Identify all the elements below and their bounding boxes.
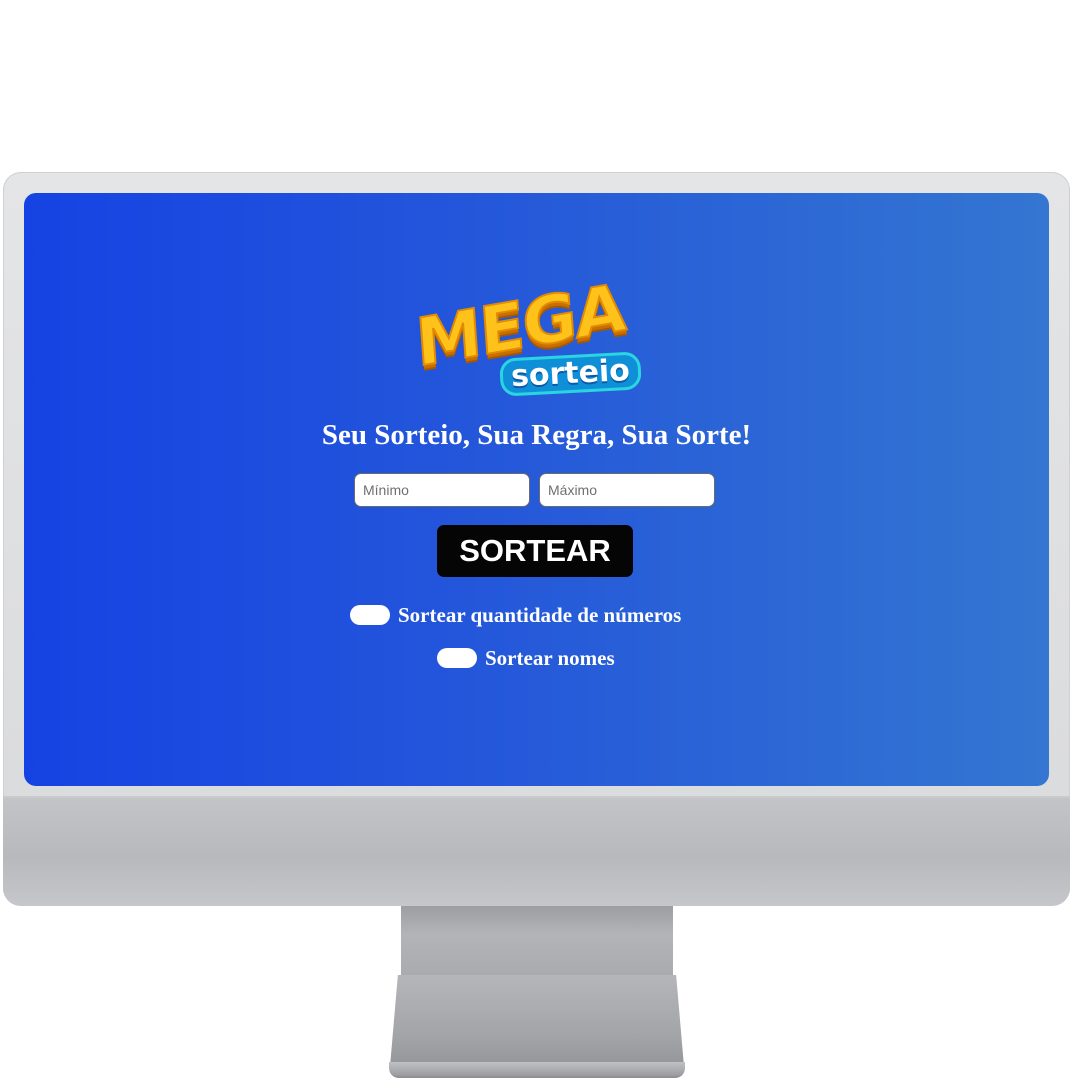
mega-sorteio-logo: MEGA sorteio	[413, 268, 646, 397]
minimum-input[interactable]	[354, 473, 530, 507]
monitor-stand-neck	[401, 906, 673, 978]
monitor-screen: MEGA sorteio Seu Sorteio, Sua Regra, Sua…	[24, 193, 1049, 786]
quantidade-label: Sortear quantidade de números	[398, 602, 682, 627]
monitor-frame: MEGA sorteio Seu Sorteio, Sua Regra, Sua…	[3, 172, 1070, 906]
nomes-label: Sortear nomes	[485, 645, 615, 670]
page-headline: Seu Sorteio, Sua Regra, Sua Sorte!	[321, 419, 752, 451]
option-sortear-nomes[interactable]: Sortear nomes	[437, 646, 615, 670]
option-sortear-quantidade[interactable]: Sortear quantidade de números	[350, 603, 681, 627]
maximum-input[interactable]	[539, 473, 715, 507]
quantidade-toggle[interactable]	[350, 605, 390, 625]
range-inputs	[354, 473, 716, 509]
stage: MEGA sorteio Seu Sorteio, Sua Regra, Sua…	[0, 0, 1080, 1080]
nomes-toggle[interactable]	[437, 648, 477, 668]
monitor-chin	[3, 796, 1070, 906]
app-page: MEGA sorteio Seu Sorteio, Sua Regra, Sua…	[24, 193, 1049, 786]
logo-sorteio-text: sorteio	[499, 351, 642, 397]
monitor-stand-lip	[389, 1062, 685, 1076]
sortear-button[interactable]: SORTEAR	[437, 525, 633, 577]
